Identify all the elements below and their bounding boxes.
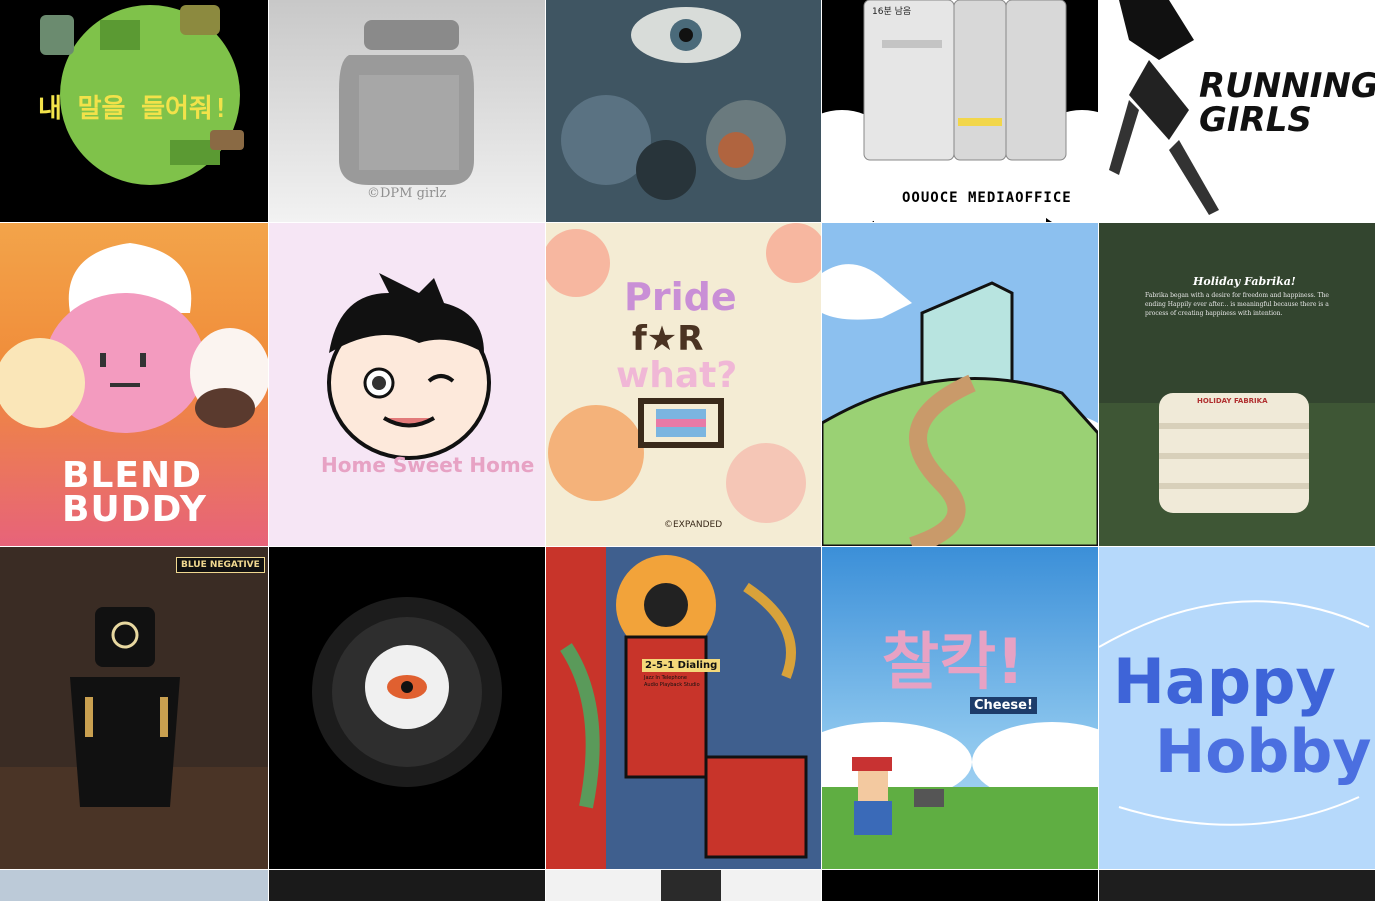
gallery-tile-13[interactable]: 2-5-1 Dialing Jazz In Telephone Audio Pl… xyxy=(546,547,821,869)
eye-orb-illustration xyxy=(312,597,502,787)
tile-5-title-line2: GIRLS xyxy=(1199,100,1312,140)
towel-illustration xyxy=(1099,223,1375,546)
tile-10-towel-label: HOLIDAY FABRIKA xyxy=(1197,397,1268,405)
gallery-tile-16[interactable] xyxy=(0,870,268,901)
tile-8-title-line1: Pride xyxy=(624,275,737,319)
gallery-tile-10[interactable]: Holiday Fabrika! Fabrika began with a de… xyxy=(1099,223,1375,546)
tile-8-credit: ©EXPANDED xyxy=(664,520,723,530)
tile-10-title: Holiday Fabrika! xyxy=(1193,275,1296,288)
tile-10-body: Fabrika began with a desire for freedom … xyxy=(1145,292,1329,317)
gallery-tile-3[interactable] xyxy=(546,0,821,222)
tile-15-title-line2: Hobby xyxy=(1155,717,1372,787)
tile-13-title: 2-5-1 Dialing xyxy=(642,659,721,672)
gallery-tile-4[interactable]: 16분 남음 OOUOCE MEDIAOFFICE xyxy=(822,0,1098,222)
gallery-tile-14[interactable]: 찰칵! Cheese! xyxy=(822,547,1098,869)
gallery-tile-11[interactable]: BLUE NEGATIVE xyxy=(0,547,268,869)
gallery-grid: 내 말을 들어줘! ©DPM girlz 16분 남음 OOUOCE MEDIA… xyxy=(0,0,1378,901)
gallery-tile-2[interactable]: ©DPM girlz xyxy=(269,0,545,222)
tile-8-title-line2: f★R xyxy=(632,319,704,359)
gallery-tile-15[interactable]: Happy Hobby xyxy=(1099,547,1375,869)
gallery-tile-18[interactable] xyxy=(546,870,821,901)
tile-15-title-line1: Happy xyxy=(1113,645,1336,718)
tile-13-subtitle: Jazz In Telephone Audio Playback Studio xyxy=(644,675,700,688)
gallery-tile-8[interactable]: Pride f★R what? ©EXPANDED xyxy=(546,223,821,546)
tile-4-timer: 16분 남음 xyxy=(872,7,912,17)
tile-8-title-line3: what? xyxy=(616,355,738,396)
tile-11-badge: BLUE NEGATIVE xyxy=(176,557,265,573)
boy-face-illustration xyxy=(327,273,491,460)
collage-illustration xyxy=(546,0,821,222)
app-screens-illustration xyxy=(822,0,1098,222)
tile-6-title-line2: BUDDY xyxy=(62,489,207,530)
gallery-tile-20[interactable] xyxy=(1099,870,1375,901)
gallery-tile-17[interactable] xyxy=(269,870,545,901)
gallery-tile-1[interactable]: 내 말을 들어줘! xyxy=(0,0,268,222)
gallery-tile-6[interactable]: BLEND BUDDY xyxy=(0,223,268,546)
tile-14-subtitle: Cheese! xyxy=(970,697,1037,714)
gallery-tile-5[interactable]: RUNNING GIRLS xyxy=(1099,0,1375,222)
tile-4-brand: OOUOCE MEDIAOFFICE xyxy=(902,190,1072,206)
tile-7-caption: Home Sweet Home xyxy=(321,453,535,477)
gallery-tile-9[interactable] xyxy=(822,223,1098,546)
pixel-photographer-illustration xyxy=(822,722,1098,869)
jazz-poster-illustration xyxy=(546,547,821,869)
tile-2-copyright: ©DPM girlz xyxy=(367,186,447,201)
tile-14-title: 찰칵! xyxy=(882,625,1025,698)
gallery-tile-19[interactable] xyxy=(822,870,1098,901)
robot-bartender-illustration xyxy=(0,547,268,869)
tile-1-caption: 내 말을 들어줘! xyxy=(38,94,229,124)
landscape-illustration xyxy=(822,264,1098,546)
gallery-tile-12[interactable] xyxy=(269,547,545,869)
gallery-tile-7[interactable]: Home Sweet Home xyxy=(269,223,545,546)
